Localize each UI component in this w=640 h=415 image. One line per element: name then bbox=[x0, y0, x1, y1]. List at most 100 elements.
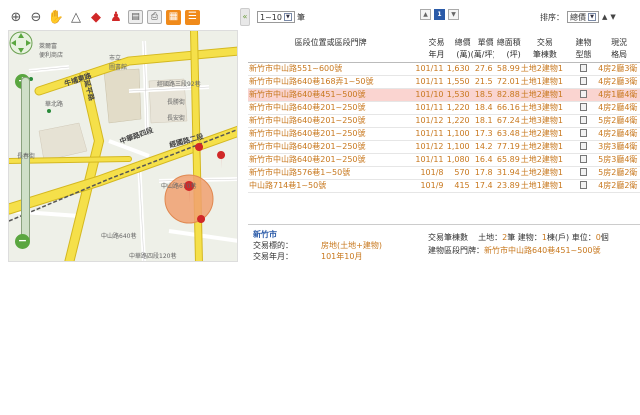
header-layout[interactable]: 現況 bbox=[598, 36, 640, 49]
row-unit-price: 14.2 bbox=[470, 140, 494, 154]
row-total: 1,080 bbox=[444, 153, 471, 167]
building-doc-icon[interactable] bbox=[580, 77, 587, 85]
current-page-button[interactable]: 1 bbox=[434, 9, 445, 20]
row-layout: 4房2廳3衛 bbox=[598, 62, 640, 76]
row-date: 101/11 bbox=[413, 101, 445, 115]
detail-addr-value: 新竹市中山路640巷451~500號 bbox=[484, 246, 601, 255]
row-layout: 4房2廳3衛 bbox=[598, 75, 640, 89]
row-address: 新竹市中山路640巷201~250號 bbox=[248, 127, 414, 141]
legend-icon[interactable]: ☰ bbox=[185, 9, 200, 25]
row-address: 新竹市中山路551~600號 bbox=[248, 62, 414, 76]
row-total: 1,550 bbox=[444, 75, 471, 89]
map-zoom-out-button[interactable]: − bbox=[15, 234, 30, 249]
building-doc-icon[interactable] bbox=[580, 155, 587, 163]
header-area[interactable]: 總面積 bbox=[494, 36, 521, 49]
person-marker-icon[interactable]: ♟ bbox=[108, 9, 124, 25]
header-address[interactable]: 區段位置或區段門牌 bbox=[248, 36, 413, 49]
layer-icon[interactable]: ▤ bbox=[128, 10, 143, 24]
detail-date-label: 交易年月： bbox=[253, 252, 293, 261]
row-lots: 土地2建物1 bbox=[520, 88, 569, 102]
map-view[interactable]: + − 萊爾富 便利商店 市立 圖書館 經國路三段92巷 長勝街 長安街 中山路… bbox=[8, 30, 238, 262]
row-address: 新竹市中山路640巷451~500號 bbox=[248, 88, 414, 102]
sort-desc-button[interactable]: ▼ bbox=[610, 13, 615, 21]
collapse-panel-button[interactable]: « bbox=[240, 8, 250, 26]
row-area: 23.89 bbox=[493, 179, 521, 193]
row-lots: 土地2建物1 bbox=[520, 153, 569, 167]
map-label-store: 萊爾富 便利商店 bbox=[39, 43, 64, 59]
table-row[interactable]: 新竹市中山路640巷451~500號 101/10 1,530 18.5 82.88 土地… bbox=[248, 88, 640, 102]
row-layout: 3房3廳4衛 bbox=[598, 140, 640, 154]
marker-icon[interactable]: ◆ bbox=[88, 9, 104, 25]
row-unit-price: 18.1 bbox=[470, 114, 494, 128]
row-lots: 土地2建物1 bbox=[520, 140, 569, 154]
row-building-type bbox=[568, 75, 599, 89]
app-root: ⊕ ⊖ ✋ △ ◆ ♟ ▤ ⎙ ▦ ☰ − 萊爾富 便利商店 市立 圖書館 經國… bbox=[0, 0, 640, 415]
header-building-type-sub: 型態 bbox=[568, 49, 599, 63]
header-building-type[interactable]: 建物 bbox=[569, 36, 598, 49]
detail-date-value: 101年10月 bbox=[321, 252, 363, 261]
building-doc-icon[interactable] bbox=[580, 116, 587, 124]
transaction-table: 區段位置或區段門牌 交易 總價 單價 總面積 交易 建物 現況 年月 (萬) (… bbox=[248, 36, 640, 193]
row-area: 72.01 bbox=[493, 75, 521, 89]
row-date: 101/11 bbox=[413, 127, 445, 141]
page-size-select[interactable]: 1~10 ▼ bbox=[257, 11, 295, 23]
row-total: 1,100 bbox=[444, 127, 471, 141]
row-total: 415 bbox=[444, 179, 471, 193]
sort-select[interactable]: 總價 ▼ bbox=[567, 11, 599, 23]
building-doc-icon[interactable] bbox=[580, 64, 587, 72]
table-row[interactable]: 新竹市中山路640巷201~250號 101/11 1,080 16.4 65.89 土地… bbox=[248, 153, 640, 167]
detail-count-mid1: 筆 建物： bbox=[507, 233, 542, 242]
zoom-in-icon[interactable]: ⊕ bbox=[8, 9, 24, 25]
row-area: 58.99 bbox=[493, 62, 521, 76]
map-label-lane14: 長春街 bbox=[17, 153, 36, 160]
header-lots-sub: 筆棟數 bbox=[520, 49, 569, 63]
row-area: 65.89 bbox=[493, 153, 521, 167]
map-toolbar: ⊕ ⊖ ✋ △ ◆ ♟ ▤ ⎙ ▦ ☰ bbox=[8, 6, 240, 28]
building-icon[interactable]: ▦ bbox=[166, 9, 181, 25]
table-row[interactable]: 新竹市中山路640巷201~250號 101/11 1,100 17.3 63.48 土地… bbox=[248, 127, 640, 141]
building-doc-icon[interactable] bbox=[580, 129, 587, 137]
pagination: ▲ 1 ▼ bbox=[420, 9, 459, 20]
hand-icon[interactable]: ✋ bbox=[48, 9, 64, 25]
pan-control-icon[interactable] bbox=[9, 31, 33, 55]
header-address-sub bbox=[248, 49, 414, 63]
table-row[interactable]: 新竹市中山路640巷201~250號 101/11 1,220 18.4 66.16 土地… bbox=[248, 101, 640, 115]
detail-date-row: 交易年月： 101年10月 bbox=[253, 251, 423, 262]
building-doc-icon[interactable] bbox=[580, 142, 587, 150]
row-total: 1,630 bbox=[444, 62, 471, 76]
header-lots[interactable]: 交易 bbox=[521, 36, 569, 49]
measure-icon[interactable]: △ bbox=[68, 9, 84, 25]
table-row[interactable]: 新竹市中山路640巷201~250號 101/12 1,220 18.1 67.24 土地… bbox=[248, 114, 640, 128]
row-area: 77.19 bbox=[493, 140, 521, 154]
sort-value: 總價 bbox=[570, 12, 586, 22]
row-date: 101/8 bbox=[413, 166, 445, 180]
row-area: 31.94 bbox=[493, 166, 521, 180]
header-unit-price[interactable]: 單價 bbox=[471, 36, 494, 49]
detail-count-row: 交易筆棟數 土地：2筆 建物：1棟(戶) 車位：0個 bbox=[428, 231, 640, 244]
table-row[interactable]: 新竹市中山路551~600號 101/11 1,630 27.6 58.99 土地2建物1… bbox=[248, 62, 640, 76]
header-date[interactable]: 交易 bbox=[413, 36, 445, 49]
row-layout: 4房2廳4衛 bbox=[598, 127, 640, 141]
prev-page-button[interactable]: ▲ bbox=[420, 9, 431, 20]
sort-asc-button[interactable]: ▲ bbox=[602, 13, 607, 21]
next-page-button[interactable]: ▼ bbox=[448, 9, 459, 20]
table-row[interactable]: 新竹市中山路640巷201~250號 101/12 1,100 14.2 77.19 土地… bbox=[248, 140, 640, 154]
building-doc-icon[interactable] bbox=[580, 103, 587, 111]
print-icon[interactable]: ⎙ bbox=[147, 10, 162, 24]
header-total[interactable]: 總價 bbox=[445, 36, 471, 49]
row-layout: 4房2廳2衛 bbox=[598, 179, 640, 193]
zoom-out-icon[interactable]: ⊖ bbox=[28, 9, 44, 25]
table-body: 新竹市中山路551~600號 101/11 1,630 27.6 58.99 土地2建物1… bbox=[248, 62, 640, 193]
building-doc-icon[interactable] bbox=[580, 90, 587, 98]
table-row[interactable]: 中山路714巷1~50號 101/9 415 17.4 23.89 土地1建物1 4房2廳2… bbox=[248, 179, 640, 193]
row-address: 新竹市中山路576巷1~50號 bbox=[248, 166, 414, 180]
building-doc-icon[interactable] bbox=[580, 168, 587, 176]
row-lots: 土地2建物1 bbox=[520, 127, 569, 141]
building-doc-icon[interactable] bbox=[580, 181, 587, 189]
table-row[interactable]: 新竹市中山路576巷1~50號 101/8 570 17.8 31.94 土地2建物1 5房… bbox=[248, 166, 640, 180]
zoom-slider[interactable] bbox=[21, 77, 30, 243]
table-row[interactable]: 新竹市中山路640巷168弄1~50號 101/11 1,550 21.5 72.01 土… bbox=[248, 75, 640, 89]
row-lots: 土地1建物1 bbox=[520, 179, 569, 193]
row-building-type bbox=[568, 140, 599, 154]
map-label-lane2: 長勝街 bbox=[167, 99, 186, 106]
